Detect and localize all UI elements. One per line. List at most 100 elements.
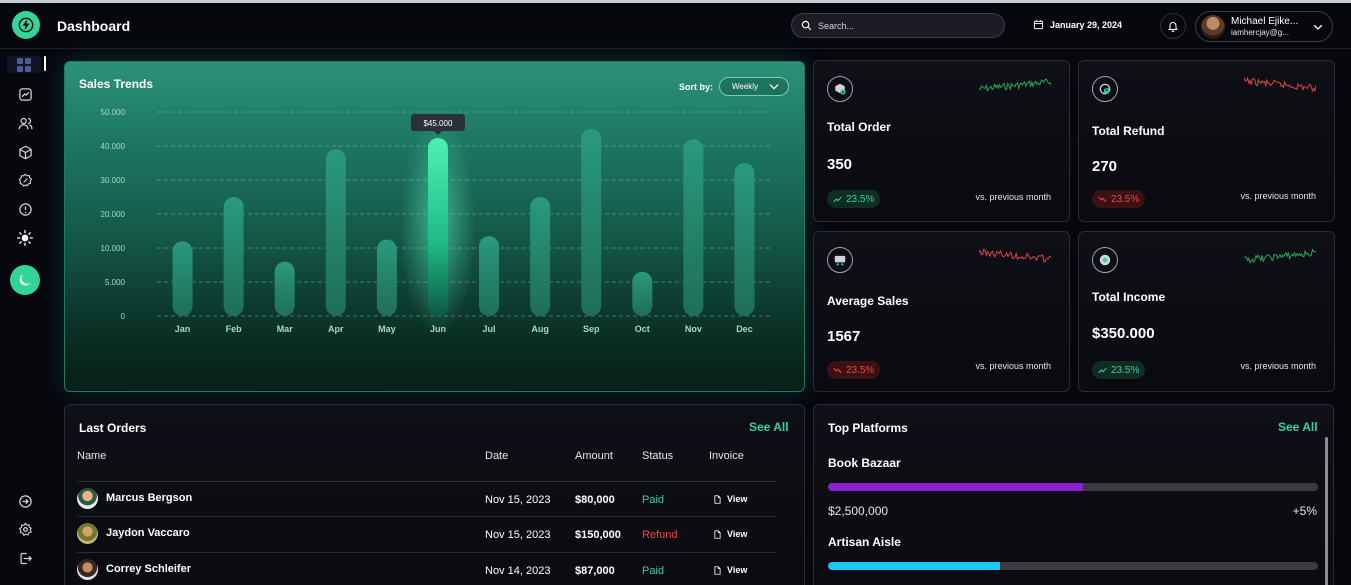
stat-label: Total Income	[1092, 290, 1166, 304]
user-email: iamhercjay@g...	[1231, 27, 1289, 37]
total-order-card: Total Order 350 23.5% vs. previous month	[813, 60, 1070, 222]
sparkline-path	[1244, 248, 1316, 264]
dashboard-icon[interactable]	[7, 56, 41, 73]
invoice-label: View	[727, 565, 748, 575]
x-tick-label: Jan	[175, 324, 191, 334]
document-icon	[714, 565, 721, 575]
sparkline	[979, 78, 1051, 93]
x-tick-label: Apr	[328, 324, 344, 334]
chevron-down-icon[interactable]	[1312, 21, 1324, 33]
bell-icon	[1168, 22, 1178, 32]
column-header-status[interactable]: Status	[642, 450, 673, 462]
x-tick-label: Jun	[430, 324, 446, 334]
cart-icon	[827, 247, 853, 273]
view-invoice-button[interactable]: View	[713, 494, 747, 504]
compare-text: vs. previous month	[975, 192, 1051, 202]
change-badge: 23.5%	[827, 190, 881, 208]
discount-icon[interactable]	[16, 171, 34, 189]
settings-icon[interactable]	[16, 520, 34, 538]
avatar	[77, 523, 98, 544]
header: Dashboard January 29, 2024 Michael Ejike…	[0, 3, 1351, 49]
sales-trends-title: Sales Trends	[79, 77, 154, 91]
column-header-invoice[interactable]: Invoice	[709, 450, 744, 462]
change-badge: 23.5%	[1092, 190, 1146, 208]
change-value: 23.5%	[846, 364, 875, 376]
active-indicator	[44, 56, 46, 71]
last-orders-title: Last Orders	[79, 421, 147, 435]
order-date: Nov 14, 2023	[485, 565, 551, 577]
see-all-orders-link[interactable]: See All	[749, 420, 789, 434]
table-row[interactable]: Jaydon Vaccaro Nov 15, 2023 $150,000 Ref…	[77, 516, 777, 551]
sparkline-path	[1244, 76, 1316, 93]
total-refund-card: $ Total Refund 270 23.5% vs. previous mo…	[1078, 60, 1335, 222]
column-header-date[interactable]: Date	[485, 450, 508, 462]
top-platforms-title: Top Platforms	[828, 421, 908, 435]
top-platforms-card: Top Platforms See All Book Bazaar $2,500…	[813, 404, 1334, 585]
stat-value: 270	[1092, 158, 1118, 175]
chart-bar	[530, 197, 551, 316]
trend-up-icon	[1098, 367, 1107, 373]
chevron-down-icon	[769, 84, 779, 90]
sparkline	[979, 248, 1051, 263]
y-tick-label: 5.000	[105, 278, 126, 287]
sales-trends-card: 50.000 40.000 30.000 20.000 10.000 5.000 0 Jan F…	[64, 61, 805, 392]
stat-value: $350.000	[1092, 325, 1155, 342]
chart-bar	[376, 239, 397, 316]
order-amount: $80,000	[575, 494, 615, 506]
chart-bar	[274, 261, 295, 316]
notifications-button[interactable]	[1160, 13, 1186, 39]
sort-value: Weekly	[732, 82, 759, 91]
user-name: Michael Ejike...	[1231, 16, 1299, 28]
sales-chart: 50.000 40.000 30.000 20.000 10.000 5.000 0 Jan F…	[101, 108, 770, 336]
trend-up-icon	[833, 196, 842, 202]
scrollbar[interactable]	[1325, 437, 1328, 585]
sign-out-icon[interactable]	[16, 549, 34, 567]
logout-arrow-icon[interactable]	[16, 492, 34, 510]
trend-icon[interactable]	[16, 85, 34, 103]
status-badge: Paid	[642, 494, 665, 506]
sort-dropdown[interactable]: Weekly	[719, 77, 789, 96]
x-tick-label: Jul	[483, 324, 496, 334]
chart-bar	[223, 197, 244, 316]
total-income-card: Total Income $350.000 23.5% vs. previous…	[1078, 231, 1335, 392]
column-header-name[interactable]: Name	[77, 450, 106, 462]
table-row[interactable]: Correy Schleifer Nov 14, 2023 $87,000 Pa…	[77, 552, 777, 585]
platform-progress-fill	[828, 562, 1000, 570]
order-date: Nov 15, 2023	[485, 529, 551, 541]
x-tick-label: Dec	[736, 324, 753, 334]
view-invoice-button[interactable]: View	[713, 529, 747, 539]
chart-bar	[683, 139, 704, 316]
trend-down-icon	[833, 367, 842, 373]
y-tick-label: 0	[121, 312, 126, 321]
platform-name: Book Bazaar	[828, 456, 901, 470]
search-box[interactable]	[791, 13, 1005, 38]
x-tick-label: May	[378, 324, 396, 334]
lightning-logo-icon[interactable]	[12, 11, 40, 39]
compare-text: vs. previous month	[1240, 191, 1316, 201]
refund-icon: $	[1092, 76, 1118, 102]
search-input[interactable]	[818, 20, 988, 31]
page-title: Dashboard	[57, 18, 131, 34]
y-tick-label: 10.000	[101, 244, 126, 253]
search-icon	[801, 20, 812, 31]
info-icon[interactable]	[16, 200, 34, 218]
user-menu[interactable]: Michael Ejike... iamhercjay@g...	[1195, 11, 1333, 42]
status-badge: Refund	[642, 529, 678, 541]
box-icon[interactable]	[16, 143, 34, 161]
stat-label: Total Refund	[1092, 124, 1165, 138]
sidebar	[0, 49, 50, 585]
moon-icon[interactable]	[10, 265, 40, 295]
y-tick-label: 50.000	[101, 108, 126, 117]
users-icon[interactable]	[16, 114, 34, 132]
table-row[interactable]: Marcus Bergson Nov 15, 2023 $80,000 Paid…	[77, 481, 777, 516]
average-sales-card: Average Sales 1567 23.5% vs. previous mo…	[813, 231, 1070, 392]
see-all-platforms-link[interactable]: See All	[1278, 420, 1318, 434]
platform-progress-fill	[828, 483, 1083, 491]
sun-icon[interactable]	[16, 229, 34, 247]
view-invoice-button[interactable]: View	[713, 565, 747, 575]
change-value: 23.5%	[846, 193, 875, 205]
column-header-amount[interactable]: Amount	[575, 450, 613, 462]
x-tick-label: Aug	[531, 324, 549, 334]
compare-text: vs. previous month	[975, 361, 1051, 371]
invoice-label: View	[727, 494, 748, 504]
